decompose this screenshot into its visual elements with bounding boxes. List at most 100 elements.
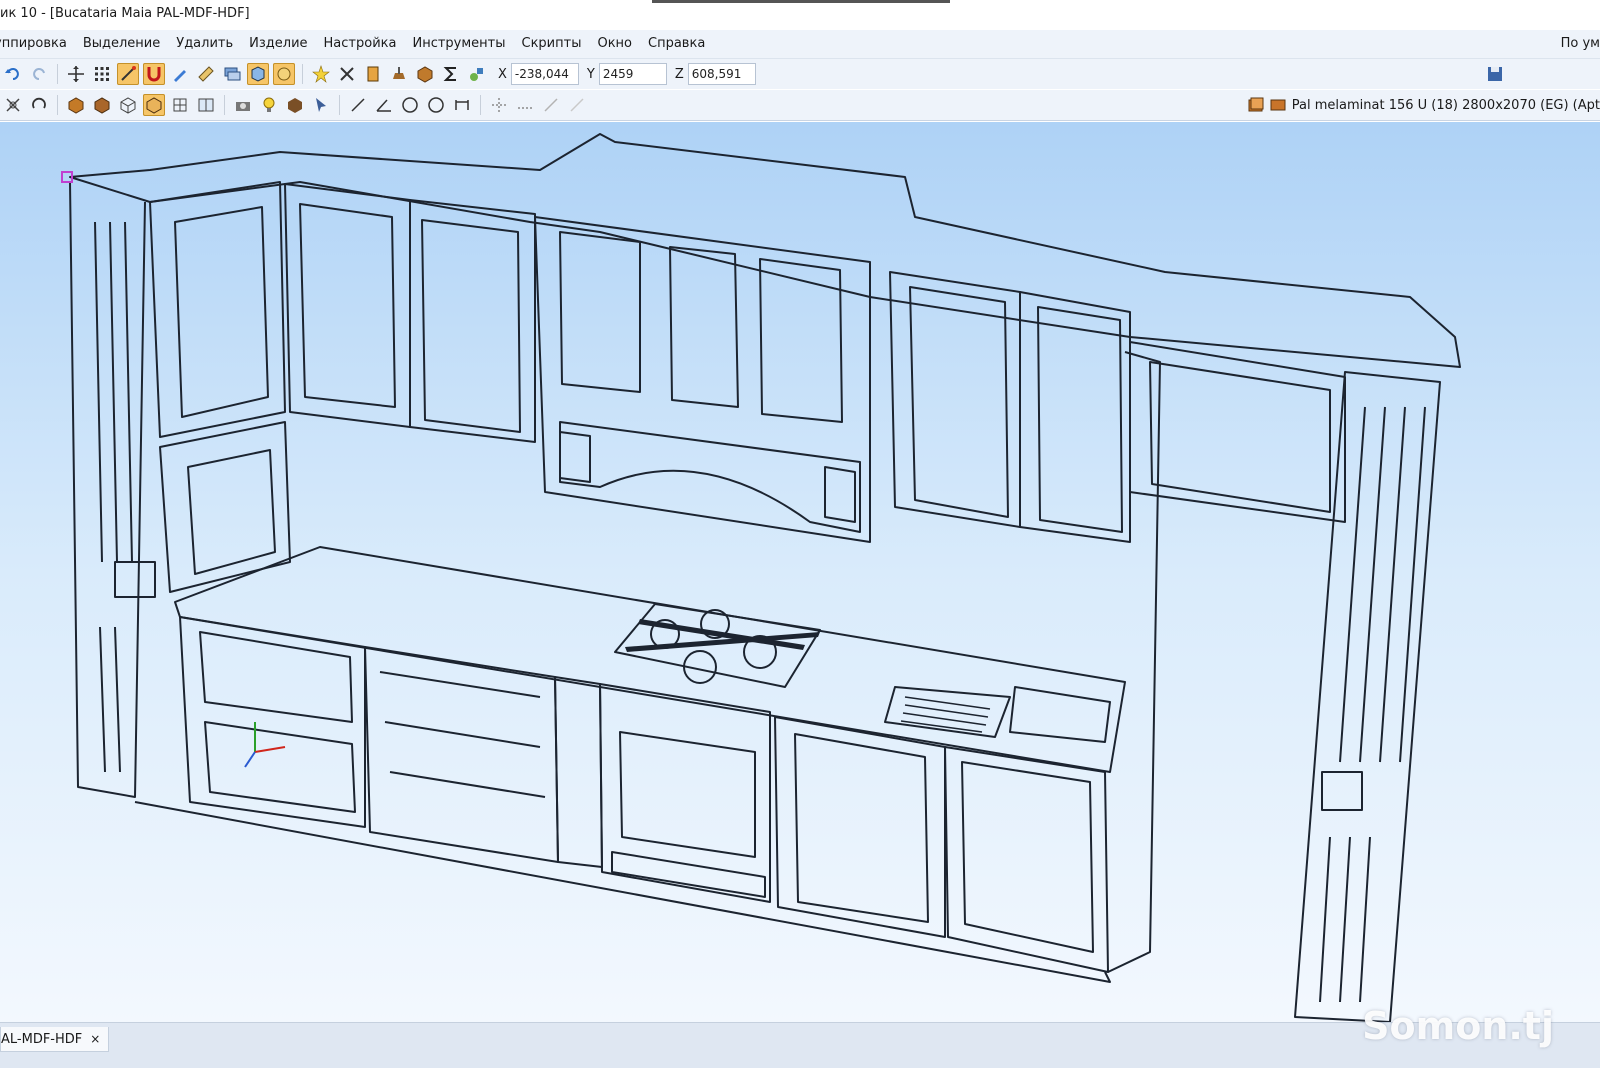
menu-item[interactable]: Настройка: [316, 30, 405, 58]
shaded-icon[interactable]: [91, 94, 113, 116]
cooktop-grates: [625, 619, 820, 652]
material-label: Pal melaminat 156 U (18) 2800x2070 (EG) …: [1291, 97, 1600, 113]
title-accent: [652, 0, 950, 3]
wire-active-icon[interactable]: [143, 94, 165, 116]
trim-icon[interactable]: [488, 94, 510, 116]
toolbar-separator: [57, 95, 58, 115]
base-cabinet-drawers: [364, 646, 559, 863]
magnet-icon[interactable]: [143, 63, 165, 85]
z-label: Z: [674, 66, 684, 82]
toolbar-view: Pal melaminat 156 U (18) 2800x2070 (EG) …: [0, 90, 1600, 121]
y-label: Y: [586, 66, 595, 82]
paint-icon[interactable]: [388, 63, 410, 85]
camera-icon[interactable]: [232, 94, 254, 116]
hood-cabinet: [534, 216, 871, 543]
hood-door-1: [559, 231, 641, 393]
hood-panel-left: [559, 431, 591, 483]
kitchen-wireframe-model: [61, 133, 1461, 1022]
upper-cabinet-3: [409, 199, 536, 443]
toolbar-separator: [302, 64, 303, 84]
upper-right-wide-cabinet: [1129, 341, 1346, 523]
menu-right-label[interactable]: По ум: [1561, 30, 1600, 58]
material-indicator[interactable]: Pal melaminat 156 U (18) 2800x2070 (EG) …: [1248, 90, 1600, 120]
hood-panel-right: [824, 466, 856, 523]
bulb-icon[interactable]: [258, 94, 280, 116]
orbit-icon[interactable]: [28, 94, 50, 116]
line-icon[interactable]: [347, 94, 369, 116]
y-coordinate-field[interactable]: [598, 63, 667, 85]
sink-drainboard: [884, 686, 1011, 738]
hidden-icon[interactable]: [169, 94, 191, 116]
menu-item[interactable]: уппировка: [0, 30, 75, 58]
select-icon[interactable]: [310, 94, 332, 116]
undo-icon[interactable]: [2, 63, 24, 85]
cut-icon[interactable]: [336, 63, 358, 85]
upper-cabinet-2-door: [299, 203, 396, 408]
left-column-panel: [114, 561, 156, 598]
array-icon[interactable]: [566, 94, 588, 116]
view-active-icon[interactable]: [273, 63, 295, 85]
right-column-panel: [1321, 771, 1363, 811]
base-cabinet-right-1-door: [794, 733, 929, 923]
light-icon[interactable]: [310, 63, 332, 85]
document-tab[interactable]: AL-MDF-HDF ×: [0, 1027, 110, 1052]
rotate-icon[interactable]: [2, 94, 24, 116]
left-column-flute-low: [99, 626, 121, 773]
right-tall-column: [1294, 371, 1441, 1022]
z-coordinate-field[interactable]: [687, 63, 756, 85]
base-drawer-2: [204, 721, 356, 813]
move-icon[interactable]: [65, 63, 87, 85]
material-icon[interactable]: [284, 94, 306, 116]
circle2-icon[interactable]: [425, 94, 447, 116]
toolbar-separator: [480, 95, 481, 115]
tools-icon[interactable]: [466, 63, 488, 85]
menu-item[interactable]: Окно: [589, 30, 640, 58]
menu-item[interactable]: Инструменты: [404, 30, 513, 58]
material-library-icon[interactable]: [1248, 97, 1264, 113]
angle-icon[interactable]: [373, 94, 395, 116]
menu-item[interactable]: Справка: [640, 30, 713, 58]
upper-cabinet-right-2-door: [1037, 306, 1123, 533]
hood-arch: [559, 421, 861, 533]
solid-icon[interactable]: [65, 94, 87, 116]
material-swatch-icon: [1270, 99, 1286, 111]
right-column-flute-low: [1319, 836, 1371, 1003]
ruler-icon[interactable]: [195, 63, 217, 85]
menu-item[interactable]: Удалить: [168, 30, 241, 58]
mirror-icon[interactable]: [540, 94, 562, 116]
upper-cornice: [69, 133, 1461, 368]
x-coordinate-field[interactable]: [510, 63, 579, 85]
save-icon[interactable]: [1484, 63, 1506, 85]
right-column-flute: [1339, 406, 1426, 763]
layers-icon[interactable]: [221, 63, 243, 85]
close-icon[interactable]: ×: [90, 1032, 100, 1046]
redo-icon[interactable]: [28, 63, 50, 85]
toolbar-separator: [57, 64, 58, 84]
base-narrow-panel: [554, 676, 603, 868]
box-icon[interactable]: [414, 63, 436, 85]
left-column-flute: [94, 221, 133, 563]
wire-icon[interactable]: [117, 94, 139, 116]
drawer-handle-1: [379, 671, 546, 798]
circle-icon[interactable]: [399, 94, 421, 116]
oven-drawer: [611, 851, 766, 898]
grid-icon[interactable]: [91, 63, 113, 85]
base-cabinet-right-1: [774, 716, 946, 938]
window-title: ик 10 - [Bucataria Maia PAL-MDF-HDF]: [0, 6, 250, 21]
snap-icon[interactable]: [117, 63, 139, 85]
window-titlebar: ик 10 - [Bucataria Maia PAL-MDF-HDF]: [0, 0, 1600, 28]
dim-icon[interactable]: [451, 94, 473, 116]
split-icon[interactable]: [195, 94, 217, 116]
pencil-icon[interactable]: [169, 63, 191, 85]
upper-right-wide-door: [1149, 361, 1331, 513]
sum-icon[interactable]: [440, 63, 462, 85]
offset-icon[interactable]: [514, 94, 536, 116]
menu-item[interactable]: Выделение: [75, 30, 168, 58]
watermark: Somon.tj: [1362, 1004, 1554, 1048]
upper-cabinet-3-door: [421, 219, 521, 433]
book-icon[interactable]: [362, 63, 384, 85]
3d-viewport[interactable]: [0, 122, 1600, 1022]
view3d-icon[interactable]: [247, 63, 269, 85]
menu-item[interactable]: Изделие: [241, 30, 315, 58]
menu-item[interactable]: Скрипты: [514, 30, 590, 58]
